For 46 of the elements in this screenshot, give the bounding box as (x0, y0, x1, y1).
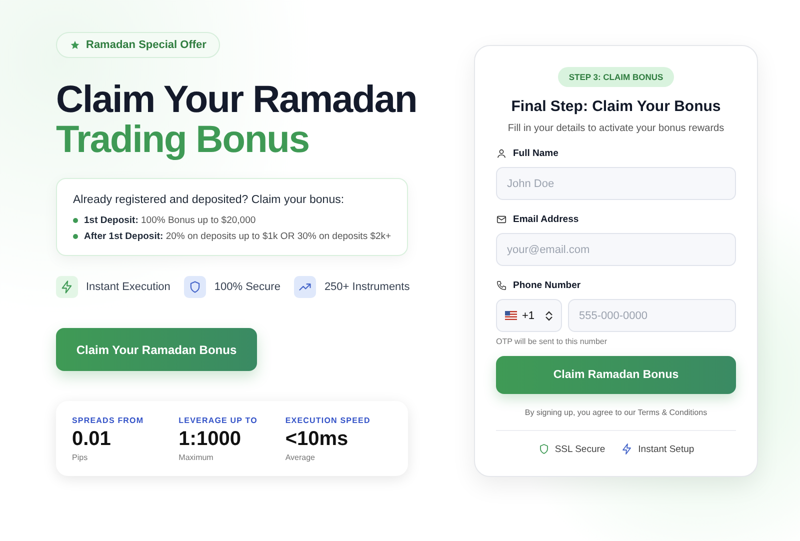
bonus-item: After 1st Deposit: 20% on deposits up to $1k OR 30% on deposits $2k+ (84, 231, 392, 242)
name-input[interactable]: John Doe (496, 167, 736, 200)
phone-icon (496, 280, 507, 291)
phone-hint: OTP will be sent to this number (496, 337, 608, 346)
stat-label: LEVERAGE UP TO (178, 416, 258, 425)
stat-label: EXECUTION SPEED (285, 416, 372, 425)
email-input[interactable]: your@email.com (496, 233, 736, 266)
bullet-dot (73, 234, 78, 239)
shield-icon (538, 443, 550, 455)
lightning-icon (60, 280, 74, 294)
field-label: Phone Number (513, 280, 581, 291)
headline: Claim Your Ramadan (56, 80, 417, 120)
field-label: Email Address (513, 214, 579, 225)
stat-unit: Maximum (178, 453, 214, 462)
trust-label: Instant Setup (638, 444, 694, 454)
star-icon (70, 40, 80, 50)
stat-value: <10ms (285, 428, 350, 451)
person-icon (496, 148, 507, 159)
flag-icon (505, 311, 517, 320)
bonus-item: 1st Deposit: 100% Bonus up to $20,000 (84, 215, 256, 226)
lightning-icon (621, 443, 634, 455)
step-badge: STEP 3: CLAIM BONUS (558, 67, 674, 87)
info-title: Already registered and deposited? Claim your bonus: (73, 194, 346, 206)
country-code-select[interactable]: +1 (496, 299, 562, 332)
phone-input[interactable]: 555-000-0000 (568, 299, 736, 332)
stat-unit: Average (285, 453, 316, 462)
feature-label: 100% Secure (214, 281, 280, 293)
shield-icon (188, 280, 202, 294)
mail-icon (496, 214, 507, 225)
bullet-dot (73, 218, 78, 223)
form-title: Final Step: Claim Your Bonus (510, 98, 722, 115)
stat-value: 1:1000 (178, 428, 242, 451)
chevron-updown-icon (545, 310, 553, 320)
field-label: Full Name (513, 148, 558, 159)
headline-highlight: Trading Bonus (56, 120, 309, 160)
feature-label: 250+ Instruments (324, 281, 410, 293)
stat-label: SPREADS FROM (72, 416, 145, 425)
trust-label: SSL Secure (554, 444, 606, 454)
feature-label: Instant Execution (86, 281, 170, 293)
stat-unit: Pips (72, 453, 89, 462)
claim-bonus-button[interactable]: Claim Your Ramadan Bonus (56, 328, 257, 371)
terms-text: By signing up, you agree to our Terms & Conditions (524, 408, 708, 417)
stat-value: 0.01 (72, 428, 112, 451)
offer-text: Ramadan Special Offer (86, 39, 206, 51)
submit-button[interactable]: Claim Ramadan Bonus (496, 356, 736, 394)
form-subtitle: Fill in your details to activate your bonus rewards (506, 123, 726, 134)
